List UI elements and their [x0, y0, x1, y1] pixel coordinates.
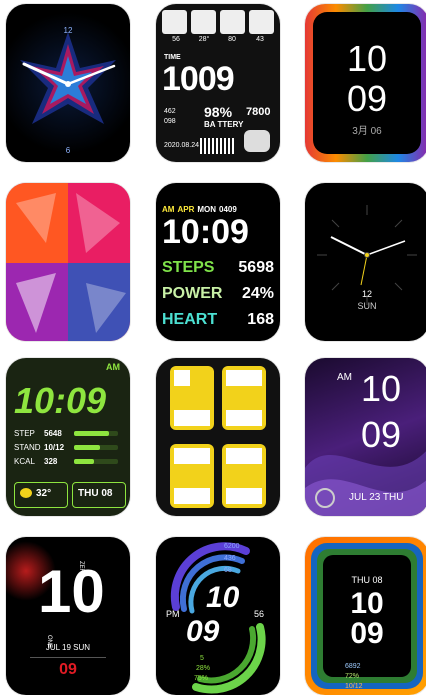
- watch-face-activity-digital[interactable]: AM APR MON 0409 10:09 STEPS 5698 POWER 2…: [156, 183, 280, 341]
- temperature: 32°: [36, 488, 52, 499]
- stat-row: STEP 5648: [14, 426, 124, 440]
- watch-face-purple-wave[interactable]: AM 10 09 JUL 23 THU: [305, 358, 426, 516]
- stat-bar: [74, 458, 118, 464]
- activity-rows: STEPS 5698 POWER 24% HEART 168: [162, 259, 274, 337]
- day-label: SUN: [357, 301, 377, 311]
- distance-value: 098: [164, 118, 176, 125]
- minute: 09: [346, 78, 388, 119]
- weather-value: 56: [172, 36, 180, 43]
- time-digits: 1009: [162, 60, 235, 98]
- stat-a: 5: [200, 655, 204, 662]
- stat-c: 75%: [194, 675, 209, 682]
- stat-row: KCAL 328: [14, 454, 124, 468]
- activity-icon: [315, 488, 335, 508]
- watch-face-weather-digital[interactable]: 56 28° 80 43 TIME 1009 462 098 98% BA TT…: [156, 4, 280, 162]
- time: 10:09: [14, 380, 107, 421]
- stat-bar: [74, 430, 118, 436]
- weather-icons: [162, 10, 274, 34]
- hour-label-6: 6: [65, 146, 71, 155]
- watch-face-rainbow-frame[interactable]: 10 09 3月 06: [305, 4, 426, 162]
- watch-face-arc-rings[interactable]: 6200 436 68 PM 10 09 56 5 28% 75%: [156, 537, 280, 695]
- umbrella-icon: [249, 10, 274, 34]
- minute: 09: [350, 617, 384, 650]
- leaf-icon: [162, 10, 187, 34]
- date: THU 08: [351, 575, 383, 585]
- seconds: 56: [254, 609, 265, 619]
- battery-value: 98%: [204, 104, 233, 120]
- weather-values: 56 28° 80 43: [162, 36, 274, 43]
- sun-cloud-icon: [20, 488, 32, 498]
- stat-label: STEP: [14, 428, 35, 438]
- stat-list: STEP 5648 STAND 10/12 KCAL 328: [14, 426, 124, 468]
- weather-value: 28°: [198, 36, 210, 43]
- watch-face-gallery: { "gallery": { "faces": [ {"id":"star-an…: [0, 0, 426, 695]
- pm: PM: [166, 609, 180, 619]
- goal: 10/12: [345, 683, 363, 690]
- watch-face-orange-rings[interactable]: THU 08 10 09 6892 72% 10/12: [305, 537, 426, 695]
- row-value: 24%: [241, 285, 274, 302]
- block-digit-art: [170, 366, 266, 508]
- steps-value: 462: [164, 108, 176, 115]
- steps: 6200: [224, 543, 240, 550]
- date: JUL 19 SUN: [45, 643, 91, 652]
- watch-face-block-digits[interactable]: [156, 358, 280, 516]
- date: JUL 23 THU: [349, 492, 404, 503]
- weather-value: 80: [228, 36, 236, 43]
- stat-row: STAND 10/12: [14, 440, 124, 454]
- row-label: STEPS: [162, 259, 215, 276]
- stat-label: KCAL: [14, 456, 35, 466]
- row-value: 5698: [238, 259, 274, 276]
- watch-face-red-zero[interactable]: 10 ONE ZERO JUL 19 SUN 09: [6, 537, 130, 695]
- date: THU 08: [78, 488, 113, 499]
- row-value: 168: [247, 311, 274, 328]
- weather-value: 43: [256, 36, 264, 43]
- minute: 09: [59, 661, 77, 678]
- watch-face-green-stats[interactable]: AM 10:09 STEP 5648 STAND 10/12 KCAL 328 …: [6, 358, 130, 516]
- dial-ticks: [317, 205, 417, 305]
- barcode: [200, 138, 236, 154]
- date-value: 2020.08.24: [164, 142, 200, 149]
- row-label: POWER: [162, 285, 223, 302]
- battery-label: BA TTERY: [204, 120, 244, 129]
- watch-face-star-analog[interactable]: 12 6: [6, 4, 130, 162]
- rain-cloud-icon: [191, 10, 216, 34]
- activity-row: STEPS 5698: [162, 259, 274, 285]
- activity-row: POWER 24%: [162, 285, 274, 311]
- minute: 09: [186, 615, 220, 648]
- steps: 6892: [345, 663, 361, 670]
- hour: 10: [206, 581, 240, 614]
- moves: 68: [224, 567, 232, 574]
- drops-icon: [220, 10, 245, 34]
- hour: 10: [38, 558, 105, 625]
- geometric-pattern: [6, 183, 130, 341]
- time: 10:09: [162, 213, 249, 251]
- word-zero: ZERO: [78, 561, 84, 578]
- hour-label-12: 12: [63, 26, 73, 35]
- stat-value: 10/12: [44, 442, 65, 452]
- hour: 10: [350, 587, 384, 620]
- row-label: HEART: [162, 311, 218, 328]
- ampm: AM: [337, 372, 352, 383]
- stat-value: 5648: [44, 428, 62, 438]
- kcal: 436: [224, 555, 236, 562]
- watch-face-minimal-analog[interactable]: 12 SUN: [305, 183, 426, 341]
- ampm: AM: [106, 362, 120, 372]
- minute: 09: [361, 414, 402, 455]
- hour: 10: [361, 368, 402, 409]
- stat-label: STAND: [14, 442, 41, 452]
- watch-face-geometric-art[interactable]: [6, 183, 130, 341]
- activity-row: HEART 168: [162, 311, 274, 337]
- date-number: 12: [361, 289, 372, 299]
- date: 3月 06: [352, 126, 382, 137]
- stat-b: 28%: [196, 665, 211, 672]
- battery: 72%: [345, 673, 360, 680]
- shoe-icon: [244, 130, 270, 152]
- stat-bar: [74, 444, 118, 450]
- step-goal: 7800: [246, 106, 271, 118]
- hour: 10: [346, 38, 388, 79]
- divider: [30, 657, 106, 658]
- stat-value: 328: [44, 456, 58, 466]
